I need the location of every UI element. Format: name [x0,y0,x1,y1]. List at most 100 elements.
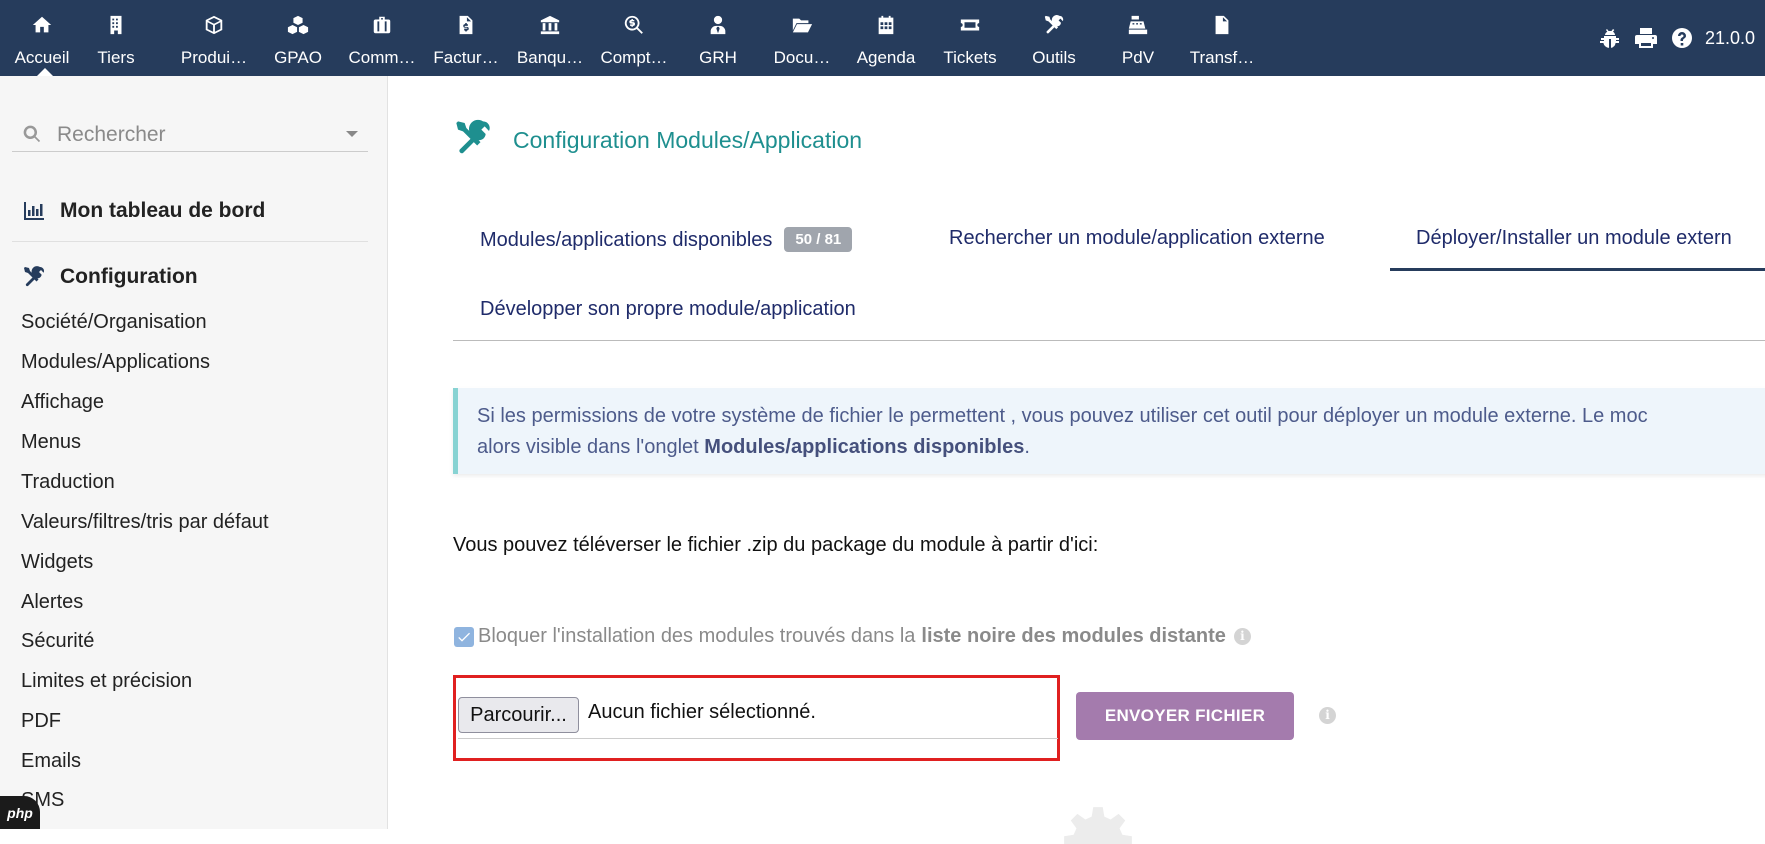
chevron-down-icon[interactable] [346,131,358,137]
cubes-icon [256,12,340,38]
sidebar-divider [12,241,368,242]
file-status: Aucun fichier sélectionné. [588,701,816,723]
nav-item-pdv[interactable]: PdV [1096,0,1180,76]
tab-developper[interactable]: Développer son propre module/application [480,298,856,321]
checkmark-icon [458,632,470,642]
php-debug-badge[interactable]: php [0,796,40,829]
nav-label: Agenda [856,48,916,67]
nav-label: GRH [699,48,737,67]
file-input-underline [458,738,1058,739]
sidebar-item-valeurs[interactable]: Valeurs/filtres/tris par défaut [21,509,269,535]
nav-item-agenda[interactable]: Agenda [844,0,928,76]
cube-icon [172,12,256,38]
search-dollar-icon [592,12,676,38]
page-title: Configuration Modules/Application [513,127,863,153]
nav-label: Factur… [433,48,499,67]
tabs-divider [453,340,1765,341]
folder-open-icon [760,12,844,38]
nav-label: Comm… [348,48,416,67]
sidebar-item-widgets[interactable]: Widgets [21,549,93,575]
nav-item-tickets[interactable]: Tickets [928,0,1012,76]
sidebar-item-securite[interactable]: Sécurité [21,628,94,654]
upload-instructions: Vous pouvez téléverser le fichier .zip d… [453,534,1099,556]
help-icon[interactable] [1669,25,1695,51]
info-icon[interactable]: i [1233,628,1251,645]
nav-label: Produi… [180,48,248,67]
nav-label: Tiers [97,48,135,67]
nav-item-gpao[interactable]: GPAO [256,0,340,76]
sidebar-item-affichage[interactable]: Affichage [21,389,104,415]
nav-item-facturation[interactable]: Factur… [424,0,508,76]
sidebar-item-emails[interactable]: Emails [21,748,81,774]
dashboard-label: Mon tableau de bord [60,199,266,222]
tools-icon [1012,12,1096,38]
nav-item-transferts[interactable]: Transf… [1180,0,1264,76]
sidebar-item-traduction[interactable]: Traduction [21,469,115,495]
nav-item-grh[interactable]: GRH [676,0,760,76]
info-prefix: alors visible dans l'onglet [477,436,705,458]
section-title: Configuration [60,265,198,288]
nav-label: Accueil [14,48,70,67]
tab-deployer-installer[interactable]: Déployer/Installer un module extern [1416,227,1732,250]
invoice-icon [424,12,508,38]
bank-icon [508,12,592,38]
version-label: 21.0.0 [1704,27,1755,48]
sidebar-search[interactable]: Rechercher [12,116,368,152]
nav-label: Outils [1032,48,1076,67]
suitcase-icon [340,12,424,38]
sidebar-item-modules[interactable]: Modules/Applications [21,349,210,375]
ticket-icon [928,12,1012,38]
nav-item-documents[interactable]: Docu… [760,0,844,76]
info-suffix: . [1024,436,1030,458]
nav-label: Compt… [600,48,668,67]
home-icon [0,12,84,38]
count-badge: 50 / 81 [784,227,853,252]
nav-item-produits[interactable]: Produi… [172,0,256,76]
info-link-modules: Modules/applications disponibles [704,436,1025,458]
main-content: Configuration Modules/Application Module… [388,76,1765,844]
checkbox-label-bold: liste noire des modules distante [921,625,1226,647]
info-icon[interactable]: i [1319,707,1336,724]
tools-icon [22,265,46,289]
gear-icon [1060,804,1136,844]
tab-modules-disponibles[interactable]: Modules/applications disponibles 50 / 81 [480,227,853,252]
nav-label: GPAO [274,48,322,67]
nav-label: Tickets [943,48,997,67]
nav-label: Transf… [1189,48,1255,67]
nav-item-comptabilite[interactable]: Compt… [592,0,676,76]
page-header: Configuration Modules/Application [453,118,862,163]
file-icon [1180,12,1264,38]
sidebar-item-pdf[interactable]: PDF [21,708,61,734]
browse-button[interactable]: Parcourir... [458,697,579,733]
info-line-2: alors visible dans l'onglet Modules/appl… [477,432,1765,463]
building-icon [74,12,158,38]
tab-rechercher-externe[interactable]: Rechercher un module/application externe [949,227,1325,250]
search-placeholder: Rechercher [57,123,166,146]
cash-register-icon [1096,12,1180,38]
nav-item-banque[interactable]: Banqu… [508,0,592,76]
blacklist-checkbox[interactable] [454,626,474,647]
nav-item-commercial[interactable]: Comm… [340,0,424,76]
checkbox-label: Bloquer l'installation des modules trouv… [478,625,916,647]
info-line-1: Si les permissions de votre système de f… [477,405,1648,427]
tab-label: Modules/applications disponibles [480,229,773,251]
print-icon[interactable] [1633,25,1659,51]
sidebar-section-configuration[interactable]: Configuration [22,262,198,292]
sidebar-item-dashboard[interactable]: Mon tableau de bord [22,196,265,226]
sidebar-item-societe[interactable]: Société/Organisation [21,309,207,335]
nav-item-accueil[interactable]: Accueil [0,0,84,76]
sidebar-item-menus[interactable]: Menus [21,429,81,455]
sidebar-item-limites[interactable]: Limites et précision [21,668,192,694]
nav-label: Docu… [773,48,831,67]
left-sidebar: Rechercher Mon tableau de bord Configura… [0,76,388,829]
calendar-icon [844,12,928,38]
nav-item-tiers[interactable]: Tiers [74,0,158,76]
bug-icon[interactable] [1597,25,1623,51]
sidebar-item-alertes[interactable]: Alertes [21,589,83,615]
user-tie-icon [676,12,760,38]
send-file-button[interactable]: ENVOYER FICHIER [1076,692,1294,740]
blacklist-checkbox-row: Bloquer l'installation des modules trouv… [454,625,1251,648]
active-tab-indicator [1390,268,1765,271]
info-message: Si les permissions de votre système de f… [453,388,1765,474]
nav-item-outils[interactable]: Outils [1012,0,1096,76]
